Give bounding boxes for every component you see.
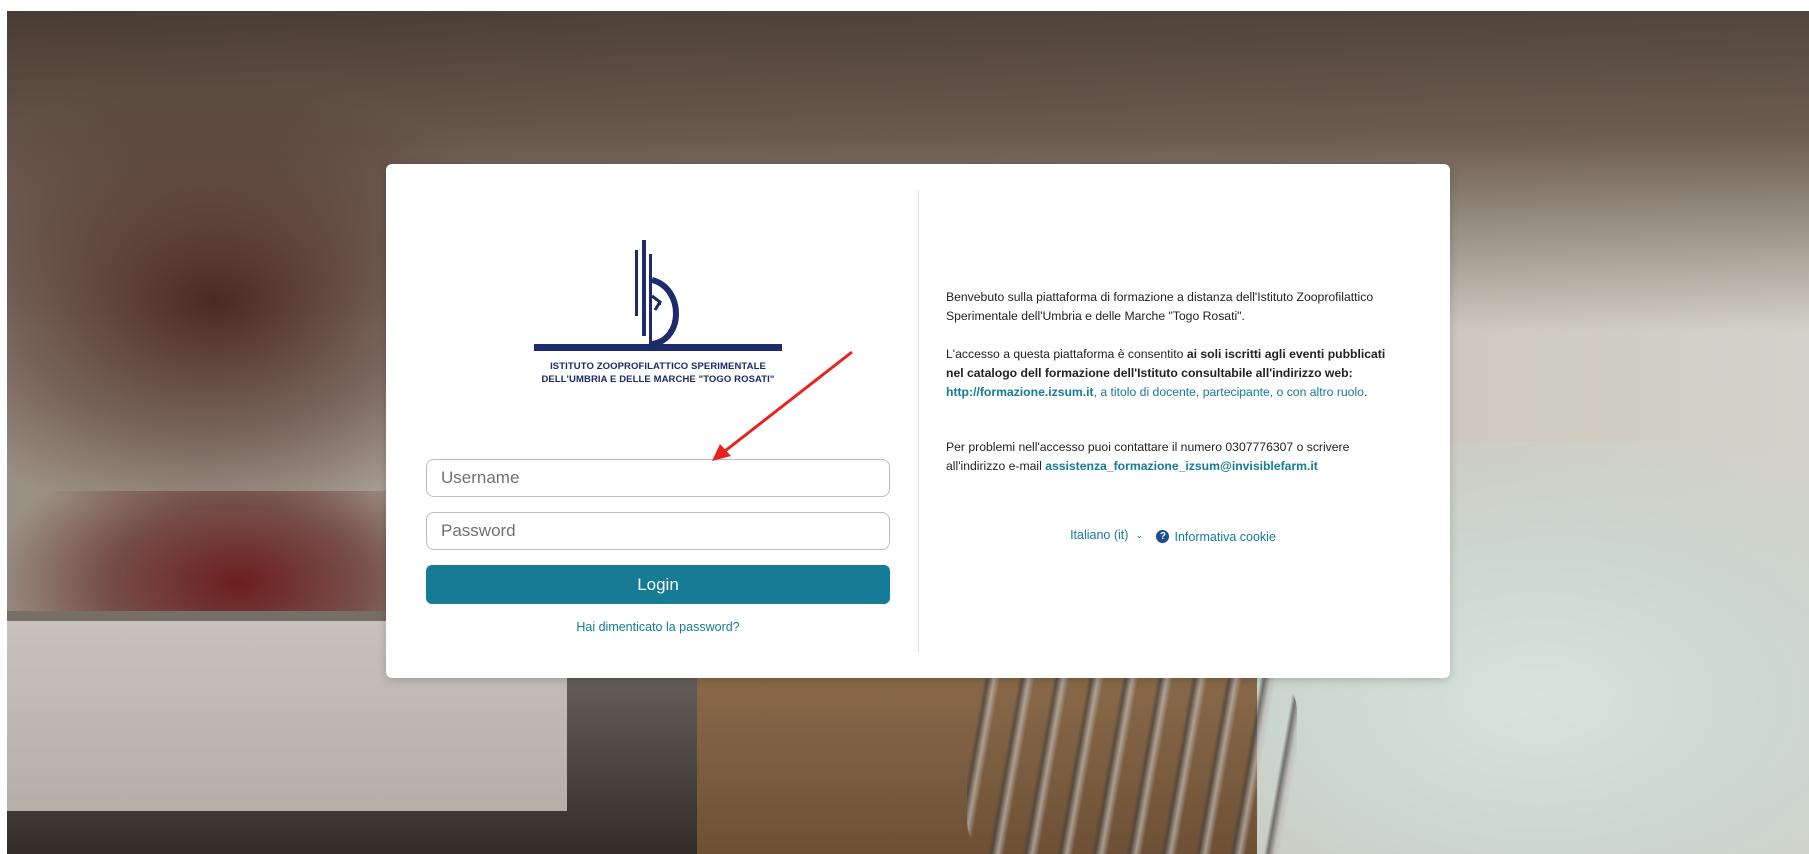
access-text: L'accesso a questa piattaforma è consent… bbox=[946, 345, 1406, 402]
login-card: ISTITUTO ZOOPROFILATTICO SPERIMENTALE DE… bbox=[386, 164, 1450, 678]
forgot-password-link[interactable]: Hai dimenticato la password? bbox=[426, 620, 890, 634]
logo-caption-line1: ISTITUTO ZOOPROFILATTICO SPERIMENTALE bbox=[550, 361, 766, 372]
access-tail: , a titolo di docente, partecipante, o c… bbox=[1093, 385, 1364, 399]
microscope-logo-icon bbox=[534, 240, 782, 351]
institute-logo: ISTITUTO ZOOPROFILATTICO SPERIMENTALE DE… bbox=[534, 240, 782, 390]
question-circle-icon: ? bbox=[1156, 530, 1170, 543]
language-selector[interactable]: Italiano (it) ⌄ bbox=[1070, 528, 1143, 542]
language-label: Italiano (it) bbox=[1070, 528, 1129, 542]
login-button[interactable]: Login bbox=[426, 565, 890, 604]
vertical-divider bbox=[918, 190, 919, 652]
welcome-text: Benvebuto sulla piattaforma di formazion… bbox=[946, 290, 1374, 323]
cookie-policy-link[interactable]: ? Informativa cookie bbox=[1156, 529, 1276, 544]
logo-caption-line2: DELL'UMBRIA E DELLE MARCHE "TOGO ROSATI" bbox=[541, 374, 775, 385]
info-panel: Benvebuto sulla piattaforma di formazion… bbox=[946, 288, 1406, 476]
access-intro: L'accesso a questa piattaforma è consent… bbox=[946, 347, 1187, 361]
support-text: Per problemi nell'accesso puoi contattar… bbox=[946, 438, 1406, 476]
username-input[interactable] bbox=[426, 459, 890, 497]
cookie-label: Informativa cookie bbox=[1174, 529, 1276, 544]
access-period: . bbox=[1363, 385, 1368, 399]
footer-links: Italiano (it) ⌄ ? Informativa cookie bbox=[946, 528, 1400, 544]
support-email-link[interactable]: assistenza_formazione_izsum@invisiblefar… bbox=[1045, 459, 1318, 473]
password-input[interactable] bbox=[426, 512, 890, 550]
catalog-link[interactable]: http://formazione.izsum.it bbox=[946, 385, 1094, 399]
chevron-down-icon: ⌄ bbox=[1135, 529, 1143, 540]
logo-caption: ISTITUTO ZOOPROFILATTICO SPERIMENTALE DE… bbox=[534, 360, 782, 386]
